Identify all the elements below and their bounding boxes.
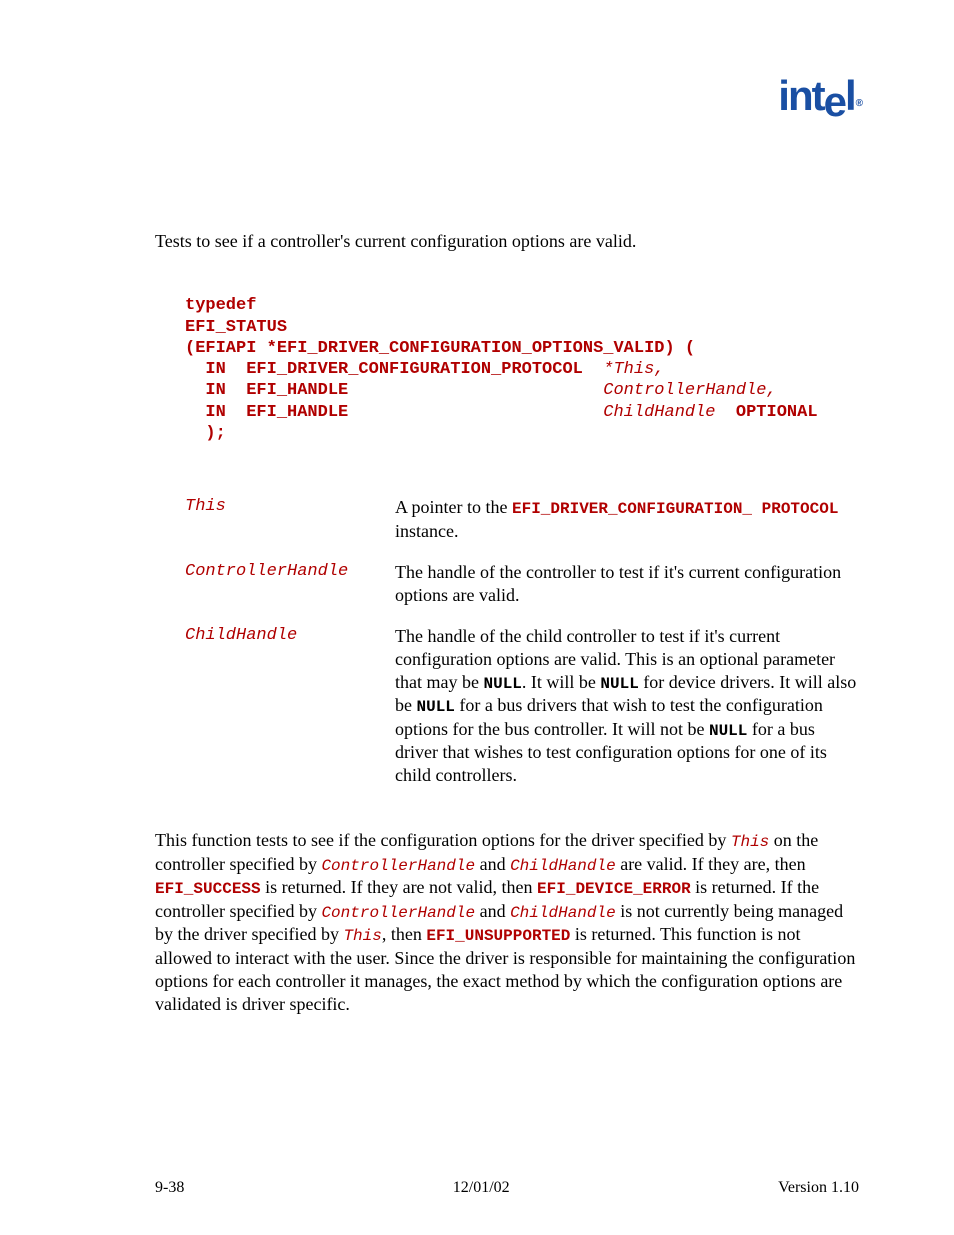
summary-text: Tests to see if a controller's current c… [155,230,859,253]
param-ref-controllerhandle: ControllerHandle [321,904,475,922]
code-line-6a: IN EFI_HANDLE [185,403,603,422]
param-desc-childhandle: The handle of the child controller to te… [395,625,859,788]
status-efi-unsupported: EFI_UNSUPPORTED [426,927,570,945]
param-ref-childhandle: ChildHandle [510,857,616,875]
parameters-table: This A pointer to the EFI_DRIVER_CONFIGU… [185,496,859,787]
param-row-controllerhandle: ControllerHandle The handle of the contr… [185,561,859,607]
param-name-childhandle: ChildHandle [185,625,395,788]
code-line-4b: * [603,360,613,379]
param-ref-this: This [731,833,769,851]
param-ref-this: This [343,927,381,945]
code-line-2: EFI_STATUS [185,318,287,337]
prototype-block: typedef EFI_STATUS (EFIAPI *EFI_DRIVER_C… [185,295,859,444]
param-desc-controllerhandle: The handle of the controller to test if … [395,561,859,607]
code-line-4a: IN EFI_DRIVER_CONFIGURATION_PROTOCOL [185,360,603,379]
code-line-7: ); [185,424,226,443]
param-ref-controllerhandle: ControllerHandle [321,857,475,875]
page-content: Tests to see if a controller's current c… [0,0,954,1016]
code-line-1: typedef [185,296,256,315]
status-efi-device-error: EFI_DEVICE_ERROR [537,880,691,898]
description-paragraph: This function tests to see if the config… [155,829,859,1015]
null-literal: NULL [600,675,638,693]
code-line-6b: ChildHandle [603,403,715,422]
footer-date: 12/01/02 [453,1179,510,1197]
code-line-3: (EFIAPI *EFI_DRIVER_CONFIGURATION_OPTION… [185,339,695,358]
param-name-controllerhandle: ControllerHandle [185,561,395,607]
param-row-this: This A pointer to the EFI_DRIVER_CONFIGU… [185,496,859,543]
code-line-6c: OPTIONAL [716,403,818,422]
null-literal: NULL [709,722,747,740]
status-efi-success: EFI_SUCCESS [155,880,261,898]
code-line-5a: IN EFI_HANDLE [185,381,603,400]
param-desc-this: A pointer to the EFI_DRIVER_CONFIGURATIO… [395,496,859,543]
footer-version: Version 1.10 [778,1179,859,1197]
null-literal: NULL [417,698,455,716]
footer-page-number: 9-38 [155,1179,184,1197]
param-ref-childhandle: ChildHandle [510,904,616,922]
code-line-4c: This, [613,360,664,379]
intel-logo: intel® [778,72,862,120]
code-line-5b: ControllerHandle, [603,381,776,400]
page-footer: 9-38 12/01/02 Version 1.10 [155,1179,859,1197]
null-literal: NULL [483,675,521,693]
type-efi-driver-config-protocol: EFI_DRIVER_CONFIGURATION_ PROTOCOL [512,500,838,518]
param-name-this: This [185,496,395,543]
param-row-childhandle: ChildHandle The handle of the child cont… [185,625,859,788]
